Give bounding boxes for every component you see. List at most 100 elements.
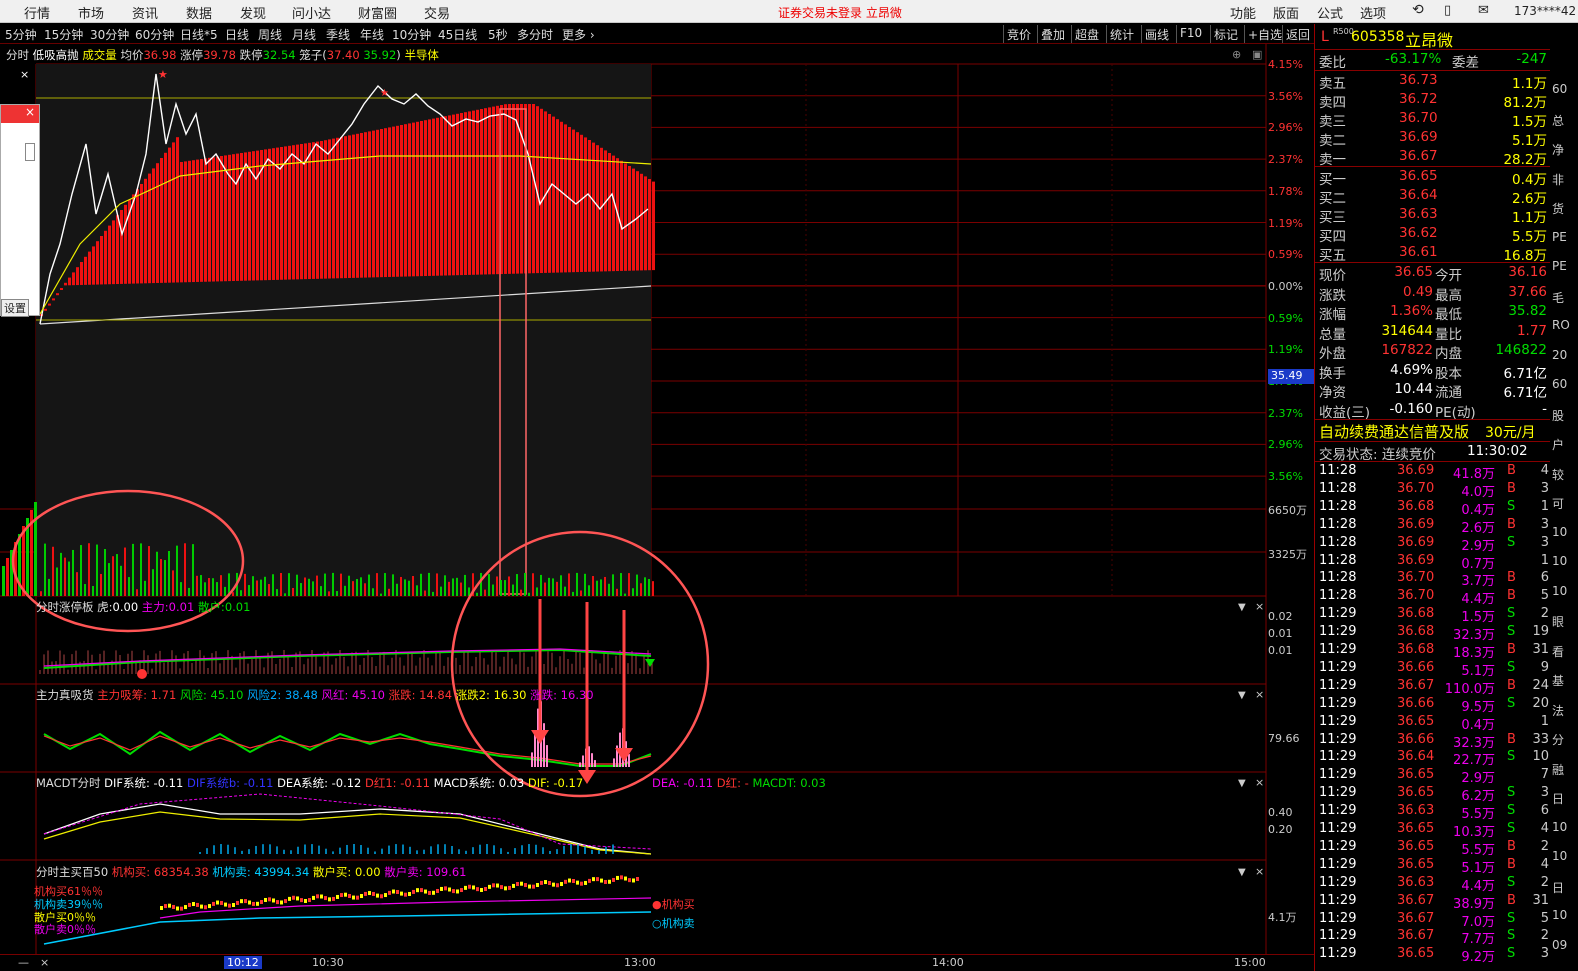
popup-scrollbar[interactable]	[25, 143, 35, 161]
toolbar-f10[interactable]: F10	[1176, 25, 1205, 43]
menu-item-quotes[interactable]: 行情	[24, 3, 50, 22]
menu-item-layout[interactable]: 版面	[1273, 3, 1299, 22]
menu-item-trade[interactable]: 交易	[424, 3, 450, 22]
ask-row[interactable]: 卖四 36.72 81.2万	[1315, 90, 1551, 111]
tick-row[interactable]: 11:28 36.70 4.0万 B 3	[1315, 480, 1551, 500]
mail-icon[interactable]: ✉	[1478, 3, 1489, 18]
tick-row[interactable]: 11:29 36.66 9.5万 S 20	[1315, 695, 1551, 715]
bid-row[interactable]: 买四 36.62 5.5万	[1315, 224, 1551, 245]
period-day[interactable]: 日线	[225, 26, 249, 43]
toolbar-stats[interactable]: 统计	[1106, 25, 1137, 43]
close-chart-icon[interactable]: ×	[20, 68, 29, 81]
tick-row[interactable]: 11:29 36.67 7.0万 S 5	[1315, 910, 1551, 930]
tick-row[interactable]: 11:28 36.70 3.7万 B 6	[1315, 569, 1551, 589]
settings-icon[interactable]: ⊕	[1232, 48, 1241, 61]
tick-row[interactable]: 11:28 36.69 41.8万 B 4	[1315, 462, 1551, 482]
tick-row[interactable]: 11:29 36.65 0.4万 1	[1315, 713, 1551, 733]
period-season[interactable]: 季线	[326, 26, 350, 43]
toolbar-mark[interactable]: 标记	[1210, 25, 1241, 43]
bid-row[interactable]: 买三 36.63 1.1万	[1315, 205, 1551, 226]
period-day5[interactable]: 日线*5	[180, 26, 218, 43]
period-5min[interactable]: 5分钟	[5, 26, 37, 43]
menu-item-market[interactable]: 市场	[78, 3, 104, 22]
collapse-icon[interactable]: —	[18, 956, 29, 969]
period-multi[interactable]: 多分时	[517, 26, 553, 43]
menu-item-discover[interactable]: 发现	[240, 3, 266, 22]
toolbar-add-watch[interactable]: +自选	[1244, 25, 1285, 43]
menu-item-function[interactable]: 功能	[1230, 3, 1256, 22]
tick-row[interactable]: 11:29 36.65 2.9万 7	[1315, 766, 1551, 786]
toolbar-draw[interactable]: 画线	[1141, 25, 1172, 43]
toolbar-overlay[interactable]: 叠加	[1037, 25, 1068, 43]
zm-dot	[264, 897, 267, 902]
popup-settings-button[interactable]: 设置	[1, 299, 29, 317]
zm-dot	[556, 883, 559, 888]
tick-row[interactable]: 11:28 36.68 0.4万 S 1	[1315, 498, 1551, 518]
tick-row[interactable]: 11:29 36.67 7.7万 S 2	[1315, 927, 1551, 947]
tick-row[interactable]: 11:29 36.65 5.5万 B 2	[1315, 838, 1551, 858]
period-30min[interactable]: 30分钟	[90, 26, 129, 43]
phone-icon[interactable]: ▯	[1444, 3, 1451, 18]
user-account[interactable]: 173****42	[1514, 4, 1576, 18]
tick-row[interactable]: 11:28 36.69 0.7万 1	[1315, 552, 1551, 572]
tick-row[interactable]: 11:29 36.67 110.0万 B 24	[1315, 677, 1551, 697]
toolbar-superplate[interactable]: 超盘	[1071, 25, 1102, 43]
period-week[interactable]: 周线	[258, 26, 282, 43]
period-10min[interactable]: 10分钟	[392, 26, 431, 43]
period-15min[interactable]: 15分钟	[44, 26, 83, 43]
window-icon[interactable]: ▣	[1252, 48, 1262, 61]
promo-price[interactable]: 30元/月	[1485, 422, 1536, 442]
popup-close-icon[interactable]: ×	[1, 105, 39, 123]
refresh-icon[interactable]: ⟲	[1412, 2, 1424, 18]
tick-row[interactable]: 11:29 36.65 10.3万 S 4	[1315, 820, 1551, 840]
tick-row[interactable]: 11:28 36.69 2.6万 B 3	[1315, 516, 1551, 536]
tick-row[interactable]: 11:29 36.68 1.5万 S 2	[1315, 605, 1551, 625]
intraday-chart-area[interactable]: ★ ★ ▼ × ▼ × ▼ × ▼ × 分时 低吸高抛 成交量 均价36.98 涨停39.78 跌…	[0, 44, 1314, 954]
menu-item-news[interactable]: 资讯	[132, 3, 158, 22]
period-year[interactable]: 年线	[360, 26, 384, 43]
menu-item-ask[interactable]: 问小达	[292, 3, 331, 22]
tick-row[interactable]: 11:29 36.66 32.3万 B 33	[1315, 731, 1551, 751]
bid-row[interactable]: 买一 36.65 0.4万	[1315, 167, 1551, 188]
tick-row[interactable]: 11:29 36.68 32.3万 S 19	[1315, 623, 1551, 643]
ask-row[interactable]: 卖一 36.67 28.2万	[1315, 147, 1551, 168]
tick-row[interactable]: 11:28 36.69 2.9万 S 3	[1315, 534, 1551, 554]
zm-dot	[188, 902, 191, 907]
tick-row[interactable]: 11:29 36.63 5.5万 S 6	[1315, 802, 1551, 822]
menu-item-formula[interactable]: 公式	[1317, 3, 1343, 22]
close-icon[interactable]: ×	[40, 956, 49, 969]
tick-row[interactable]: 11:29 36.65 5.1万 B 4	[1315, 856, 1551, 876]
ask-row[interactable]: 卖二 36.69 5.1万	[1315, 128, 1551, 149]
period-5sec[interactable]: 5秒	[488, 26, 508, 43]
ask-row[interactable]: 卖五 36.73 1.1万	[1315, 71, 1551, 92]
login-status[interactable]: 证券交易未登录 立昂微	[778, 4, 902, 21]
promo-row[interactable]: 自动续费通达信普及版 30元/月	[1315, 420, 1551, 442]
toolbar-auction[interactable]: 竞价	[1003, 25, 1034, 43]
tick-row[interactable]: 11:29 36.64 22.7万 S 10	[1315, 748, 1551, 768]
menu-item-data[interactable]: 数据	[186, 3, 212, 22]
tick-row[interactable]: 11:28 36.70 4.4万 B 5	[1315, 587, 1551, 607]
net-inflow-bar	[408, 123, 411, 277]
period-more[interactable]: 更多 ›	[562, 26, 595, 43]
period-month[interactable]: 月线	[292, 26, 316, 43]
tick-row[interactable]: 11:29 36.68 18.3万 B 31	[1315, 641, 1551, 661]
menu-item-wealth[interactable]: 财富圈	[358, 3, 397, 22]
weicha-label: 委差	[1452, 55, 1479, 71]
zm-dot	[436, 888, 439, 893]
bid-row[interactable]: 买二 36.64 2.6万	[1315, 186, 1551, 207]
tick-row[interactable]: 11:29 36.66 5.1万 S 9	[1315, 659, 1551, 679]
ask-row[interactable]: 卖三 36.70 1.5万	[1315, 109, 1551, 130]
tick-row[interactable]: 11:29 36.65 9.2万 S 3	[1315, 945, 1551, 965]
menu-item-options[interactable]: 选项	[1360, 3, 1386, 22]
panel-zt-b: 0.01	[168, 600, 195, 614]
left-popup[interactable]: × 设置	[0, 104, 40, 317]
bid-row[interactable]: 买五 36.61 16.8万	[1315, 243, 1551, 264]
zm-dot	[624, 876, 627, 881]
period-60min[interactable]: 60分钟	[135, 26, 174, 43]
toolbar-back[interactable]: 返回	[1282, 25, 1313, 43]
tick-row[interactable]: 11:29 36.67 38.9万 B 31	[1315, 892, 1551, 912]
promo-text[interactable]: 自动续费通达信普及版	[1319, 421, 1469, 442]
tick-row[interactable]: 11:29 36.63 4.4万 S 2	[1315, 874, 1551, 894]
tick-row[interactable]: 11:29 36.65 6.2万 S 3	[1315, 784, 1551, 804]
period-45day[interactable]: 45日线	[438, 26, 477, 43]
